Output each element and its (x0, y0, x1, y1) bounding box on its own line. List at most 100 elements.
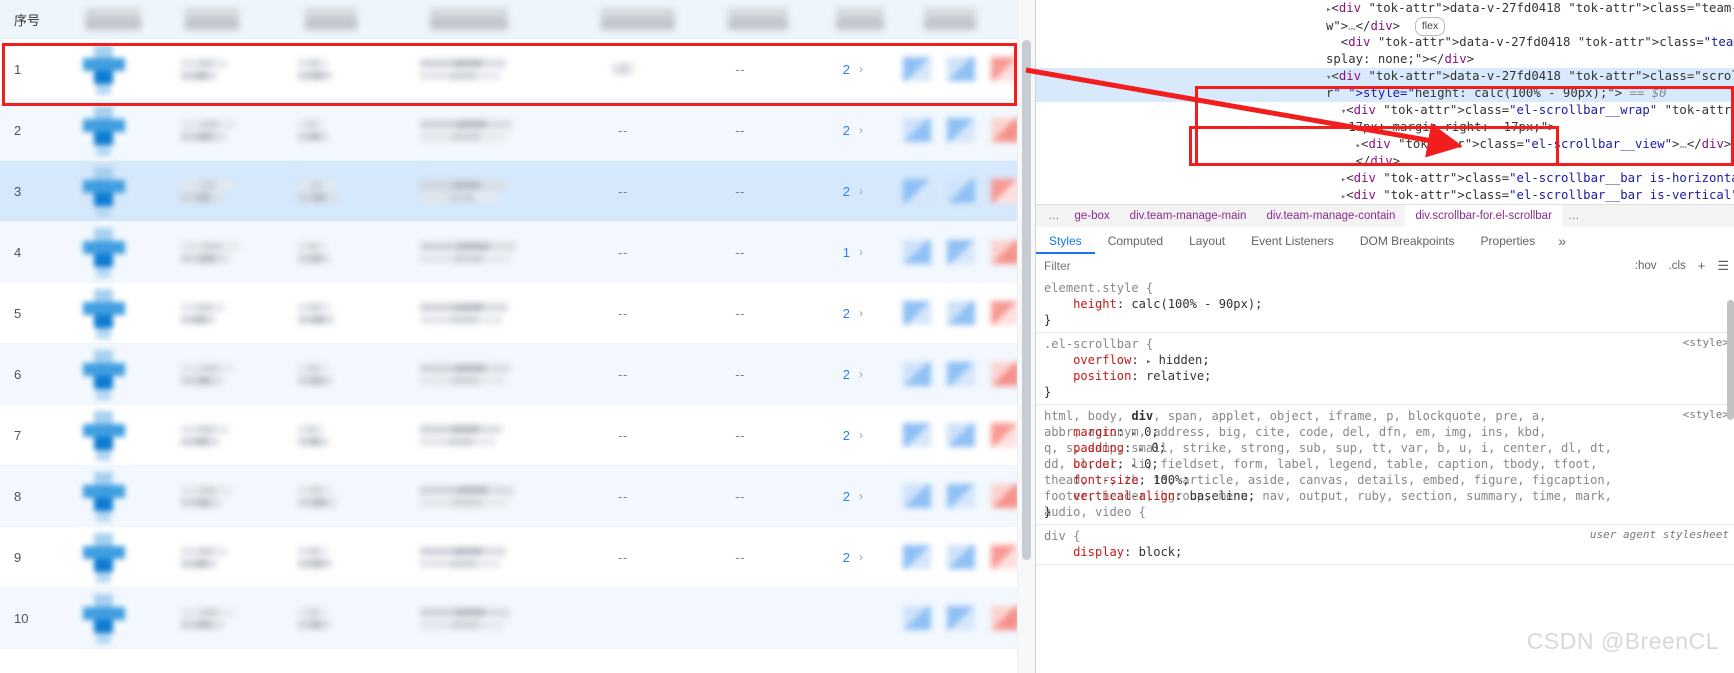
action-detail-icon[interactable] (947, 606, 976, 630)
action-delete-icon[interactable] (991, 484, 1020, 508)
action-detail-icon[interactable] (947, 423, 976, 447)
table-row[interactable]: 7 -- -- 2 › (0, 405, 1035, 466)
table-row[interactable]: 4 -- -- 1 › (0, 222, 1035, 283)
row-actions-cell[interactable] (889, 57, 1035, 81)
cls-button[interactable]: .cls (1663, 260, 1692, 272)
row-actions-cell[interactable] (889, 301, 1035, 325)
dom-tree-line[interactable]: <div "tok-attr">data-v-27fd0418 "tok-att… (1036, 34, 1734, 51)
app-scrollbar-thumb[interactable] (1022, 40, 1031, 560)
action-detail-icon[interactable] (947, 240, 976, 264)
style-rule[interactable]: <style> .el-scrollbar { overflow: ▸ hidde… (1036, 333, 1734, 405)
table-row[interactable]: 5 -- -- 2 › (0, 283, 1035, 344)
devtools-styles-pane[interactable]: element.style { height: calc(100% - 90px… (1036, 277, 1734, 673)
action-delete-icon[interactable] (991, 179, 1020, 203)
dom-tree-line[interactable]: ▾<div "tok-attr">class="el-scrollbar__wr… (1036, 102, 1734, 119)
devtools-tab-styles[interactable]: Styles (1036, 228, 1095, 254)
action-edit-icon[interactable] (903, 118, 932, 142)
row-actions-cell[interactable] (889, 545, 1035, 569)
breadcrumb-item[interactable]: div.team-manage-main (1120, 205, 1257, 228)
styles-scrollbar-thumb[interactable] (1727, 300, 1734, 420)
row-member-count-cell[interactable]: 2 › (799, 123, 889, 138)
row-member-count-cell[interactable]: 2 › (799, 367, 889, 382)
dom-tree-line[interactable]: ▸<div "tok-attr">data-v-27fd0418 "tok-at… (1036, 0, 1734, 17)
row-member-count-cell[interactable]: 2 › (799, 550, 889, 565)
devtools-breadcrumb[interactable]: … ge-box div.team-manage-main div.team-mana… (1036, 204, 1734, 229)
table-row[interactable]: 10 (0, 588, 1035, 649)
style-declaration[interactable]: overflow: ▸ hidden; (1044, 352, 1734, 368)
row-actions-cell[interactable] (889, 484, 1035, 508)
dom-tree-line[interactable]: </div> (1036, 153, 1734, 170)
table-row[interactable]: 1 -- 2 › (0, 39, 1035, 100)
devtools-tab-computed[interactable]: Computed (1095, 228, 1176, 254)
style-rule-selector[interactable]: .el-scrollbar { (1044, 336, 1734, 352)
style-rule-selector[interactable]: element.style { (1044, 280, 1734, 296)
row-member-count-cell[interactable]: 2 › (799, 184, 889, 199)
action-detail-icon[interactable] (947, 118, 976, 142)
dom-tree-line[interactable]: ▸<div "tok-attr">class="el-scrollbar__vi… (1036, 136, 1734, 153)
action-edit-icon[interactable] (903, 545, 932, 569)
action-edit-icon[interactable] (903, 423, 932, 447)
action-delete-icon[interactable] (991, 545, 1020, 569)
action-delete-icon[interactable] (991, 240, 1020, 264)
table-row[interactable]: 3 -- -- 2 › (0, 161, 1035, 222)
action-detail-icon[interactable] (947, 362, 976, 386)
row-member-count-cell[interactable]: 2 › (799, 62, 889, 77)
action-delete-icon[interactable] (991, 57, 1020, 81)
devtools-elements-tree[interactable]: ▸<div "tok-attr">data-v-27fd0418 "tok-at… (1036, 0, 1734, 204)
table-row[interactable]: 6 -- -- 2 › (0, 344, 1035, 405)
dom-tree-line[interactable]: ▸<div "tok-attr">class="el-scrollbar__ba… (1036, 187, 1734, 204)
style-rule[interactable]: user agent stylesheet div { display: bloc… (1036, 525, 1734, 565)
dom-tree-line[interactable]: w">…</div> flex (1036, 17, 1734, 36)
breadcrumb-item[interactable]: ge-box (1065, 205, 1120, 228)
action-edit-icon[interactable] (903, 179, 932, 203)
action-edit-icon[interactable] (903, 240, 932, 264)
action-delete-icon[interactable] (991, 118, 1020, 142)
dom-tree-line[interactable]: r" ">style="height: calc(100% - 90px);">… (1036, 85, 1734, 102)
dom-tree-line[interactable]: ▾<div "tok-attr">data-v-27fd0418 "tok-at… (1036, 68, 1734, 85)
row-actions-cell[interactable] (889, 240, 1035, 264)
table-row[interactable]: 9 -- -- 2 › (0, 527, 1035, 588)
app-scrollbar-track[interactable] (1017, 0, 1035, 673)
action-edit-icon[interactable] (903, 362, 932, 386)
table-row[interactable]: 2 -- -- 2 › (0, 100, 1035, 161)
row-member-count-cell[interactable]: 2 › (799, 306, 889, 321)
styles-filter-input[interactable] (1036, 257, 1629, 274)
devtools-tab-»[interactable]: » (1548, 228, 1576, 254)
new-style-rule-button[interactable]: + (1692, 258, 1712, 273)
dom-tree-line[interactable]: ▸<div "tok-attr">class="el-scrollbar__ba… (1036, 170, 1734, 187)
style-rule-origin[interactable]: user agent stylesheet (1590, 528, 1729, 541)
row-actions-cell[interactable] (889, 118, 1035, 142)
breadcrumb-item[interactable]: … (1562, 205, 1585, 228)
style-declaration[interactable]: display: block; (1044, 544, 1734, 560)
row-actions-cell[interactable] (889, 606, 1035, 630)
action-delete-icon[interactable] (991, 606, 1020, 630)
row-member-count-cell[interactable]: 2 › (799, 428, 889, 443)
breadcrumb-item[interactable]: div.scrollbar-for.el-scrollbar (1405, 205, 1562, 228)
action-delete-icon[interactable] (991, 423, 1020, 447)
action-edit-icon[interactable] (903, 301, 932, 325)
row-actions-cell[interactable] (889, 362, 1035, 386)
action-edit-icon[interactable] (903, 57, 932, 81)
breadcrumb-item[interactable]: div.team-manage-contain (1256, 205, 1405, 228)
row-actions-cell[interactable] (889, 423, 1035, 447)
computed-style-settings-icon[interactable]: ☰ (1711, 258, 1734, 274)
action-detail-icon[interactable] (947, 545, 976, 569)
action-delete-icon[interactable] (991, 362, 1020, 386)
action-detail-icon[interactable] (947, 57, 976, 81)
row-member-count-cell[interactable]: 1 › (799, 245, 889, 260)
row-actions-cell[interactable] (889, 179, 1035, 203)
dom-tree-line[interactable]: -17px; margin-right: -17px;"> (1036, 119, 1734, 136)
style-declaration[interactable]: position: relative; (1044, 368, 1734, 384)
action-delete-icon[interactable] (991, 301, 1020, 325)
devtools-filter-bar[interactable]: :hov .cls + ☰ (1036, 254, 1734, 278)
style-rule[interactable]: <style> html, body, div, span, applet, ob… (1036, 405, 1734, 525)
devtools-tab-dom-breakpoints[interactable]: DOM Breakpoints (1347, 228, 1468, 254)
action-detail-icon[interactable] (947, 301, 976, 325)
dom-tree-line[interactable]: splay: none;"></div> (1036, 51, 1734, 68)
devtools-tab-properties[interactable]: Properties (1468, 228, 1549, 254)
style-rule-origin[interactable]: <style> (1683, 408, 1729, 421)
devtools-tab-event-listeners[interactable]: Event Listeners (1238, 228, 1347, 254)
style-declaration[interactable]: height: calc(100% - 90px); (1044, 296, 1734, 312)
style-rule[interactable]: element.style { height: calc(100% - 90px… (1036, 277, 1734, 333)
action-edit-icon[interactable] (903, 606, 932, 630)
